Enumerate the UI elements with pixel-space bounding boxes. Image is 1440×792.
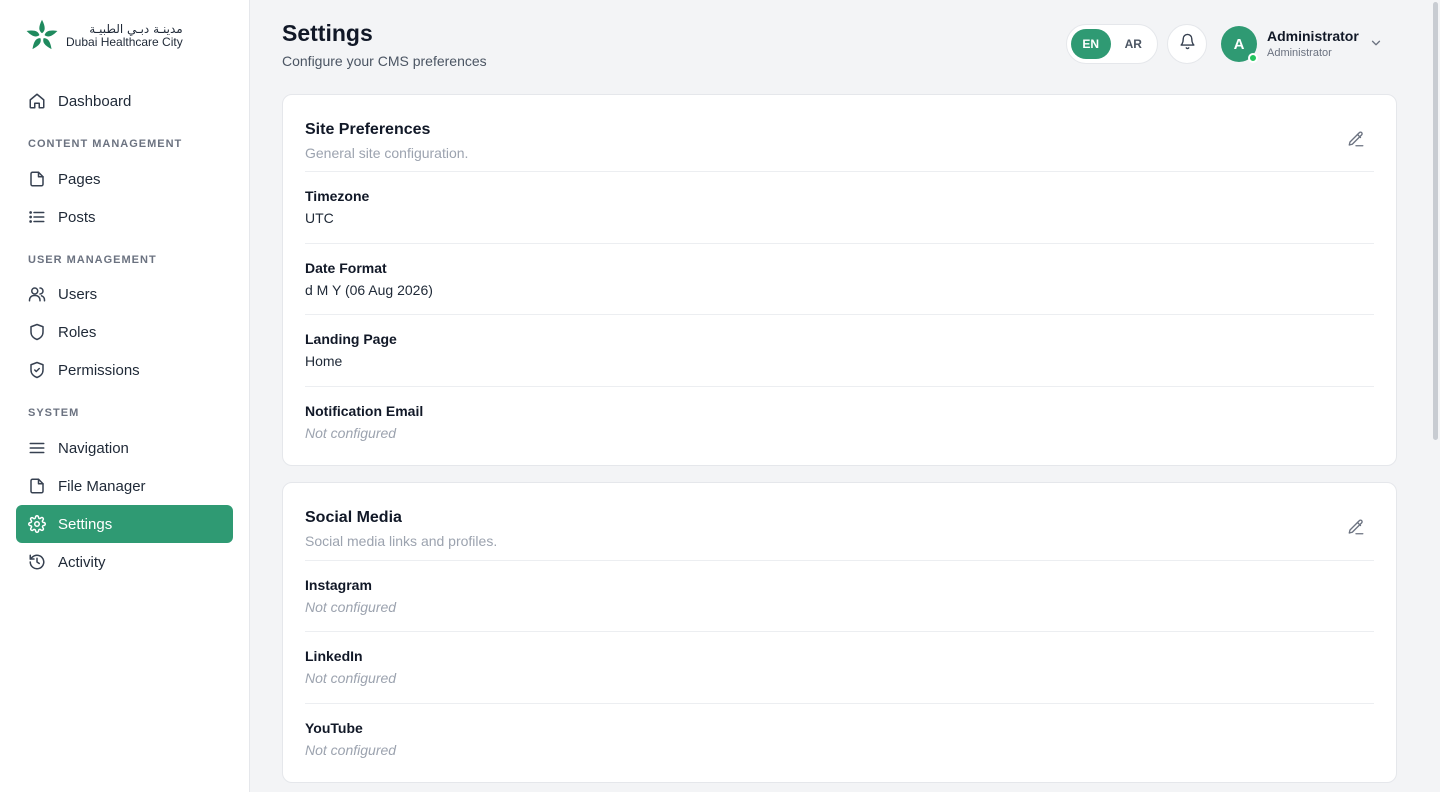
users-icon: [28, 285, 46, 303]
sidebar-item-label: Users: [58, 285, 98, 303]
sidebar-item-pages[interactable]: Pages: [16, 160, 233, 198]
home-icon: [28, 92, 46, 110]
pencil-icon: [1347, 518, 1365, 541]
sidebar-item-label: Activity: [58, 553, 106, 571]
sidebar-item-navigation[interactable]: Navigation: [16, 429, 233, 467]
sidebar-item-label: Settings: [58, 515, 113, 533]
field-label-date-format: Date Format: [305, 260, 387, 276]
list-icon: [28, 208, 46, 226]
divider: [305, 560, 1374, 561]
card-description: General site configuration.: [305, 145, 469, 161]
sidebar-item-permissions[interactable]: Permissions: [16, 351, 233, 389]
online-status-dot: [1248, 53, 1258, 63]
field-value-linkedin: Not configured: [305, 670, 397, 686]
brand-name-en: Dubai Healthcare City: [66, 35, 183, 49]
page-subtitle: Configure your CMS preferences: [282, 53, 487, 69]
user-role: Administrator: [1267, 46, 1332, 59]
sidebar-item-label: Navigation: [58, 439, 129, 457]
edit-site-preferences-button[interactable]: [1344, 129, 1368, 153]
lang-en-button[interactable]: EN: [1071, 29, 1111, 59]
sidebar-item-label: Posts: [58, 208, 96, 226]
field-value-landing-page: Home: [305, 353, 343, 369]
bell-icon: [1179, 33, 1196, 55]
sidebar-item-roles[interactable]: Roles: [16, 313, 233, 351]
divider: [305, 631, 1374, 632]
language-toggle: EN AR: [1066, 24, 1158, 64]
sidebar-item-file-manager[interactable]: File Manager: [16, 467, 233, 505]
sidebar-item-dashboard[interactable]: Dashboard: [16, 82, 233, 120]
field-label-instagram: Instagram: [305, 577, 372, 593]
field-value-instagram: Not configured: [305, 599, 397, 615]
sidebar-item-posts[interactable]: Posts: [16, 198, 233, 236]
divider: [305, 703, 1374, 704]
pencil-icon: [1347, 130, 1365, 153]
file-icon: [28, 477, 46, 495]
file-icon: [28, 170, 46, 188]
field-label-timezone: Timezone: [305, 188, 370, 204]
user-name: Administrator: [1267, 28, 1359, 45]
card-title: Site Preferences: [305, 121, 431, 138]
sidebar-item-label: Pages: [58, 170, 101, 188]
divider: [305, 314, 1374, 315]
notifications-button[interactable]: [1167, 24, 1207, 64]
user-menu[interactable]: A Administrator Administrator: [1221, 26, 1359, 63]
section-heading-content: CONTENT MANAGEMENT: [28, 138, 183, 150]
sidebar-item-settings[interactable]: Settings: [16, 505, 233, 543]
field-value-timezone: UTC: [305, 210, 334, 226]
field-value-date-format: d M Y (06 Aug 2026): [305, 282, 433, 298]
page-scrollbar[interactable]: [1431, 0, 1440, 792]
section-heading-system: SYSTEM: [28, 407, 80, 419]
field-label-youtube: YouTube: [305, 720, 363, 736]
field-label-notification-email: Notification Email: [305, 403, 424, 419]
divider: [305, 243, 1374, 244]
field-label-landing-page: Landing Page: [305, 331, 397, 347]
gear-icon: [28, 515, 46, 533]
lang-ar-button[interactable]: AR: [1114, 29, 1154, 59]
history-icon: [28, 553, 46, 571]
site-preferences-card: Site Preferences General site configurat…: [282, 94, 1397, 466]
avatar-initial: A: [1233, 35, 1245, 53]
avatar: A: [1221, 26, 1258, 63]
sidebar: مدينـة دبـي الطبيـة Dubai Healthcare Cit…: [0, 0, 250, 792]
scrollbar-thumb[interactable]: [1433, 2, 1438, 440]
menu-icon: [28, 439, 46, 457]
section-heading-user: USER MANAGEMENT: [28, 254, 157, 266]
field-value-youtube: Not configured: [305, 742, 397, 758]
sidebar-item-label: Permissions: [58, 361, 140, 379]
brand-logo[interactable]: مدينـة دبـي الطبيـة Dubai Healthcare Cit…: [24, 16, 183, 56]
shield-icon: [28, 323, 46, 341]
sidebar-item-label: Roles: [58, 323, 97, 341]
sidebar-item-label: File Manager: [58, 477, 146, 495]
field-label-linkedin: LinkedIn: [305, 648, 363, 664]
card-title: Social Media: [305, 509, 402, 526]
edit-social-media-button[interactable]: [1344, 517, 1368, 541]
divider: [305, 386, 1374, 387]
page-title: Settings: [282, 20, 373, 46]
sidebar-item-label: Dashboard: [58, 92, 132, 110]
social-media-card: Social Media Social media links and prof…: [282, 482, 1397, 783]
shield-check-icon: [28, 361, 46, 379]
divider: [305, 171, 1374, 172]
dhcc-logo-icon: [26, 19, 58, 50]
sidebar-item-activity[interactable]: Activity: [16, 543, 233, 581]
card-description: Social media links and profiles.: [305, 533, 498, 549]
chevron-down-icon[interactable]: [1369, 36, 1383, 55]
sidebar-item-users[interactable]: Users: [16, 275, 233, 313]
field-value-notification-email: Not configured: [305, 425, 397, 441]
